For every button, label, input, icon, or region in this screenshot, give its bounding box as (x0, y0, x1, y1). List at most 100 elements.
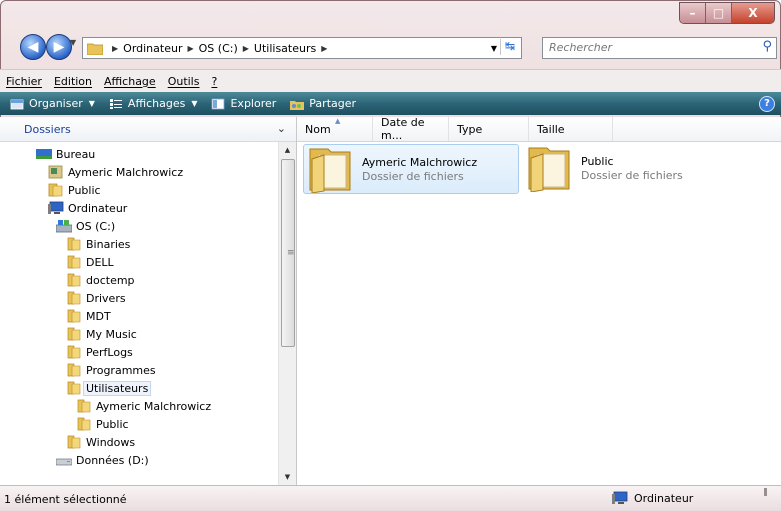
column-type[interactable]: Type (449, 117, 529, 141)
status-location: Ordinateur (612, 491, 693, 505)
search-input[interactable]: Rechercher ⚲ (542, 37, 777, 59)
tree-label: DELL (86, 255, 114, 269)
folder-icon (528, 147, 570, 192)
file-type: Dossier de fichiers (362, 169, 464, 183)
file-item-public[interactable]: Public Dossier de fichiers (523, 144, 743, 192)
menu-help[interactable]: ? (211, 75, 217, 88)
tree-label: Public (96, 417, 129, 431)
sort-ascending-icon: ▲ (335, 117, 341, 125)
affichages-button[interactable]: Affichages ▼ (109, 97, 197, 110)
folder-icon (77, 399, 91, 413)
folder-icon (67, 435, 81, 449)
address-dropdown-icon[interactable]: ▼ (491, 44, 497, 53)
help-icon[interactable]: ? (759, 96, 775, 112)
status-location-label: Ordinateur (634, 491, 694, 505)
explorer-button[interactable]: Explorer (211, 97, 276, 110)
file-item-aymeric[interactable]: Aymeric Malchrowicz Dossier de fichiers (303, 144, 519, 194)
folders-scrollbar[interactable]: ▲ ≡ ▼ (278, 142, 296, 485)
breadcrumb-separator-icon: ▶ (321, 43, 328, 53)
maximize-button[interactable]: □ (706, 3, 732, 23)
computer-icon (48, 201, 64, 214)
column-nom[interactable]: ▲ Nom (297, 117, 373, 141)
tree-item-public[interactable]: Public (48, 181, 101, 199)
column-taille[interactable]: Taille (529, 117, 613, 141)
tree-label: PerfLogs (86, 345, 133, 359)
tree-item-programmes[interactable]: Programmes (66, 361, 156, 379)
tree-item-my-music[interactable]: My Music (66, 325, 137, 343)
desktop-icon (36, 149, 52, 159)
breadcrumb-ordinateur[interactable]: Ordinateur (123, 42, 182, 55)
breadcrumb-separator-icon: ▶ (242, 43, 249, 53)
grip-icon: ≡ (287, 248, 295, 258)
tree-item-utilisateurs-public[interactable]: Public (76, 415, 129, 433)
forward-button[interactable]: ▶ (46, 34, 72, 60)
tree-item-utilisateurs[interactable]: Utilisateurs (66, 379, 152, 397)
folder-icon (67, 255, 81, 269)
close-button[interactable]: X (732, 3, 774, 23)
breadcrumb-utilisateurs[interactable]: Utilisateurs (254, 42, 316, 55)
tree-item-aymeric[interactable]: Aymeric Malchrowicz (48, 163, 183, 181)
open-folder-icon (67, 381, 81, 395)
menu-fichier[interactable]: Fichier (6, 75, 42, 88)
history-dropdown-icon[interactable]: ▼ (70, 38, 76, 47)
back-button[interactable]: ◀ (20, 34, 46, 60)
scroll-down-icon[interactable]: ▼ (279, 469, 296, 485)
folder-icon (67, 237, 81, 251)
refresh-icon[interactable]: ↹ (500, 39, 519, 55)
breadcrumb-separator-icon: ▶ (187, 43, 194, 53)
drive-icon (56, 220, 72, 233)
explorer-label: Explorer (230, 97, 277, 110)
chevron-down-icon: ▼ (88, 99, 95, 108)
drive-icon (56, 458, 72, 466)
breadcrumb-os-c[interactable]: OS (C:) (199, 42, 238, 55)
organize-icon (10, 99, 24, 109)
tree-item-drivers[interactable]: Drivers (66, 289, 126, 307)
folder-icon (48, 183, 63, 197)
explorer-icon (212, 98, 225, 109)
tree-item-binaries[interactable]: Binaries (66, 235, 130, 253)
tree-item-perflogs[interactable]: PerfLogs (66, 343, 133, 361)
tree-label: Ordinateur (68, 201, 128, 215)
tree-label: Public (68, 183, 101, 197)
tree-item-os-c[interactable]: OS (C:) (56, 217, 115, 235)
folder-icon (67, 345, 81, 359)
menu-outils[interactable]: Outils (168, 75, 200, 88)
tree-item-dell[interactable]: DELL (66, 253, 114, 271)
column-date[interactable]: Date de m... (373, 116, 449, 142)
tree-label: Bureau (56, 147, 96, 161)
scroll-thumb[interactable]: ≡ (281, 159, 295, 347)
scroll-up-icon[interactable]: ▲ (279, 142, 296, 158)
window-caption-buttons: – □ X (679, 2, 775, 24)
column-label: Date de m... (381, 116, 425, 142)
folders-pane: Dossiers ⌄ Bureau Aymeric Malchrowicz Pu… (0, 117, 297, 485)
tree-item-doctemp[interactable]: doctemp (66, 271, 135, 289)
tree-item-donnees-d[interactable]: Données (D:) (56, 451, 149, 469)
tree-item-bureau[interactable]: Bureau (36, 145, 95, 163)
partager-button[interactable]: Partager (290, 97, 356, 110)
tree-label: MDT (86, 309, 111, 323)
organiser-button[interactable]: Organiser ▼ (10, 97, 95, 110)
folder-icon (67, 363, 81, 377)
resize-grip-icon[interactable] (764, 488, 767, 496)
menu-edition[interactable]: Edition (54, 75, 92, 88)
tree-label: Données (D:) (76, 453, 149, 467)
chevron-down-icon[interactable]: ⌄ (277, 122, 286, 135)
tree-item-ordinateur[interactable]: Ordinateur (48, 199, 127, 217)
folders-header[interactable]: Dossiers ⌄ (0, 117, 296, 142)
minimize-button[interactable]: – (680, 3, 706, 23)
tree-item-mdt[interactable]: MDT (66, 307, 111, 325)
tree-item-utilisateurs-aymeric[interactable]: Aymeric Malchrowicz (76, 397, 211, 415)
computer-icon (612, 491, 628, 504)
menu-affichage[interactable]: Affichage (104, 75, 156, 88)
tree-label: Drivers (86, 291, 126, 305)
tree-label: OS (C:) (76, 219, 116, 233)
tree-label: doctemp (86, 273, 135, 287)
column-label: Type (457, 122, 483, 136)
tree-label: Programmes (86, 363, 156, 377)
search-icon[interactable]: ⚲ (762, 39, 772, 54)
tree-label: Aymeric Malchrowicz (68, 165, 184, 179)
tree-item-windows[interactable]: Windows (66, 433, 135, 451)
column-label: Nom (305, 122, 331, 136)
affichages-label: Affichages (127, 97, 186, 110)
address-bar[interactable]: ▶ Ordinateur ▶ OS (C:) ▶ Utilisateurs ▶ … (82, 37, 522, 59)
